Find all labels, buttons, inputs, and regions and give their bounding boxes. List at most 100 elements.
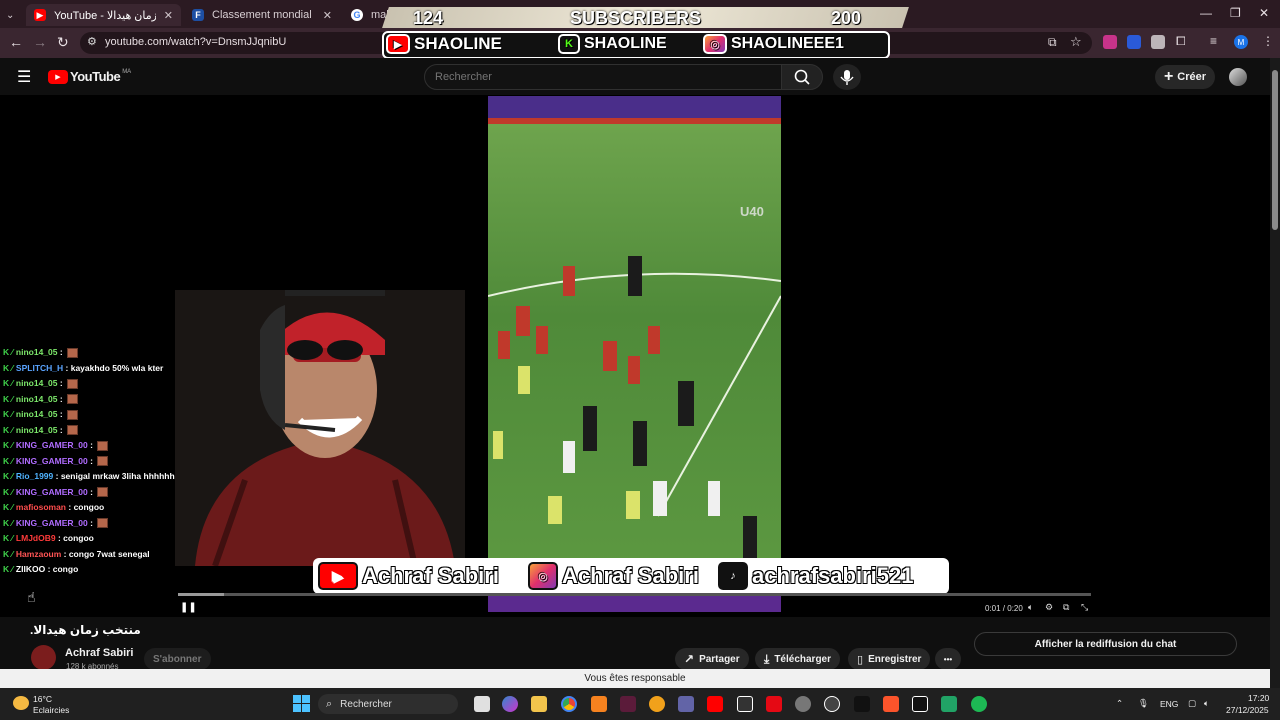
app-icon[interactable] xyxy=(649,696,665,712)
create-button[interactable]: + Créer xyxy=(1155,65,1215,89)
task-view-icon[interactable] xyxy=(474,696,490,712)
tiktok-icon: ♪ xyxy=(718,562,748,590)
tradingview-icon[interactable] xyxy=(912,696,928,712)
app-icon[interactable] xyxy=(591,696,607,712)
chat-message: K ⁄ Hamzaoum : congo 7wat senegal xyxy=(3,549,150,559)
social-bottom-instagram: ◎ Achraf Sabiri xyxy=(528,562,699,590)
app-icon[interactable] xyxy=(824,696,840,712)
bookmark-icon: ▯ xyxy=(857,653,864,666)
spotify-icon[interactable] xyxy=(971,696,987,712)
kick-badge-icon: K ⁄ xyxy=(3,471,13,481)
taskbar-search[interactable]: ⌕ Rechercher xyxy=(318,694,458,714)
banner-text: Vous êtes responsable xyxy=(584,673,686,684)
chat-message: K ⁄ Rio_1999 : senigal mrkaw 3liha hhhhhh xyxy=(3,471,175,481)
pause-icon[interactable]: ❚❚ xyxy=(180,602,197,613)
miniplayer-icon[interactable]: ⧉ xyxy=(1063,602,1069,613)
chat-separator: : xyxy=(53,471,61,481)
back-icon[interactable]: ← xyxy=(9,34,23,50)
windows-taskbar xyxy=(0,688,1280,720)
brave-icon[interactable] xyxy=(883,696,899,712)
youtube-icon: ▶ xyxy=(318,562,358,590)
kick-badge-icon: K ⁄ xyxy=(3,393,13,404)
chat-username: nino14_05 xyxy=(15,347,58,357)
extension-icon[interactable] xyxy=(1127,35,1141,49)
kick-badge-icon: K ⁄ xyxy=(3,564,13,574)
emote-icon xyxy=(67,347,79,358)
show-chat-replay-button[interactable]: Afficher la rediffusion du chat xyxy=(974,632,1237,656)
kick-badge-icon: K ⁄ xyxy=(3,502,13,512)
file-explorer-icon[interactable] xyxy=(531,696,547,712)
channel-name[interactable]: Achraf Sabiri xyxy=(65,647,133,659)
youtube-logo[interactable]: ▶ YouTube MA xyxy=(48,69,131,84)
teams-icon[interactable] xyxy=(678,696,694,712)
netflix-icon[interactable] xyxy=(766,696,782,712)
app-icon[interactable] xyxy=(620,696,636,712)
copilot-icon[interactable] xyxy=(502,696,518,712)
network-icon[interactable]: ▢ xyxy=(1188,698,1196,709)
extensions-puzzle-icon[interactable]: ⧠ xyxy=(1176,34,1186,49)
video-content[interactable]: U40 xyxy=(488,96,781,612)
reload-icon[interactable]: ↻ xyxy=(57,34,69,51)
fullscreen-exit-icon[interactable]: ⤡ xyxy=(1081,602,1088,613)
weather-desc[interactable]: Eclaircies xyxy=(33,705,69,715)
install-app-icon[interactable]: ⧉ xyxy=(1048,35,1057,50)
forward-icon[interactable]: → xyxy=(33,34,47,50)
clock-time[interactable]: 17:20 xyxy=(1248,693,1269,703)
tab-search-button[interactable]: ⌄ xyxy=(2,4,24,26)
hamburger-menu-icon[interactable]: ☰ xyxy=(17,67,31,87)
save-button[interactable]: ▯ Enregistrer xyxy=(848,648,931,670)
reading-list-icon[interactable]: ≡ xyxy=(1210,34,1217,48)
close-icon[interactable]: ✕ xyxy=(156,9,173,22)
app-icon[interactable] xyxy=(854,696,870,712)
windows-start-icon[interactable] xyxy=(293,695,310,712)
settings-gear-icon[interactable]: ⚙ xyxy=(1045,602,1053,613)
share-button[interactable]: ↗ Partager xyxy=(675,648,749,670)
search-button[interactable] xyxy=(781,64,823,90)
language-indicator[interactable]: ENG xyxy=(1160,699,1178,709)
app-icon[interactable] xyxy=(737,696,753,712)
site-info-icon[interactable]: ⚙ xyxy=(87,35,97,48)
more-actions-button[interactable]: ••• xyxy=(935,648,961,670)
channel-avatar[interactable] xyxy=(31,645,56,670)
bookmark-star-icon[interactable]: ☆ xyxy=(1070,34,1082,50)
restore-icon[interactable]: ❐ xyxy=(1230,6,1241,20)
instagram-icon: ◎ xyxy=(528,562,558,590)
close-icon[interactable]: ✕ xyxy=(315,9,332,22)
weather-icon[interactable] xyxy=(13,696,29,710)
close-window-icon[interactable]: ✕ xyxy=(1259,6,1269,20)
clock-date[interactable]: 27/12/2025 xyxy=(1226,705,1269,715)
chrome-icon[interactable] xyxy=(561,696,577,712)
app-icon[interactable] xyxy=(941,696,957,712)
scrollbar-thumb[interactable] xyxy=(1272,70,1278,230)
extension-icon[interactable] xyxy=(1151,35,1165,49)
tab-fifa[interactable]: F Classement mondial FIFA/Coca ✕ xyxy=(184,4,340,26)
minimize-icon[interactable]: — xyxy=(1200,6,1212,20)
tab-youtube[interactable]: ▶ YouTube - منتخب زمان هيدالا ✕ xyxy=(26,4,181,26)
search-input[interactable] xyxy=(425,65,765,89)
chat-message: K ⁄ nino14_05 : xyxy=(3,393,79,405)
voice-search-button[interactable] xyxy=(833,64,861,90)
weather-temp[interactable]: 16°C xyxy=(33,694,52,704)
microphone-tray-icon[interactable]: 🎙︎ xyxy=(1138,698,1149,709)
extension-icon[interactable] xyxy=(1103,35,1117,49)
kick-badge-icon: K ⁄ xyxy=(3,347,13,357)
volume-icon[interactable]: 🔈︎ xyxy=(1028,602,1033,613)
tab-google[interactable]: G mali - R xyxy=(343,4,388,26)
social-top-youtube: ▶ SHAOLINE xyxy=(386,34,502,54)
speaker-icon[interactable]: 🔈︎ xyxy=(1204,698,1209,709)
kick-badge-icon: K ⁄ xyxy=(3,424,13,435)
youtube-icon: ▶ xyxy=(34,9,46,21)
download-button[interactable]: ⤓ Télécharger xyxy=(755,648,841,670)
youtube-app-icon[interactable] xyxy=(707,696,723,712)
app-icon[interactable] xyxy=(795,696,811,712)
url-text[interactable]: youtube.com/watch?v=DnsmJJqnibU xyxy=(105,36,286,48)
menu-kebab-icon[interactable]: ⋮ xyxy=(1262,34,1274,48)
profile-avatar[interactable]: M xyxy=(1234,35,1248,49)
chevron-up-icon[interactable]: ⌃ xyxy=(1116,698,1123,709)
progress-bar[interactable] xyxy=(178,593,1091,596)
account-avatar[interactable] xyxy=(1229,68,1247,86)
subscribe-button[interactable]: S'abonner xyxy=(144,648,211,670)
chat-separator: : xyxy=(57,424,66,435)
chat-username: mafiosoman xyxy=(15,502,66,512)
chat-message: K ⁄ ZIIKOO : congo xyxy=(3,564,78,574)
